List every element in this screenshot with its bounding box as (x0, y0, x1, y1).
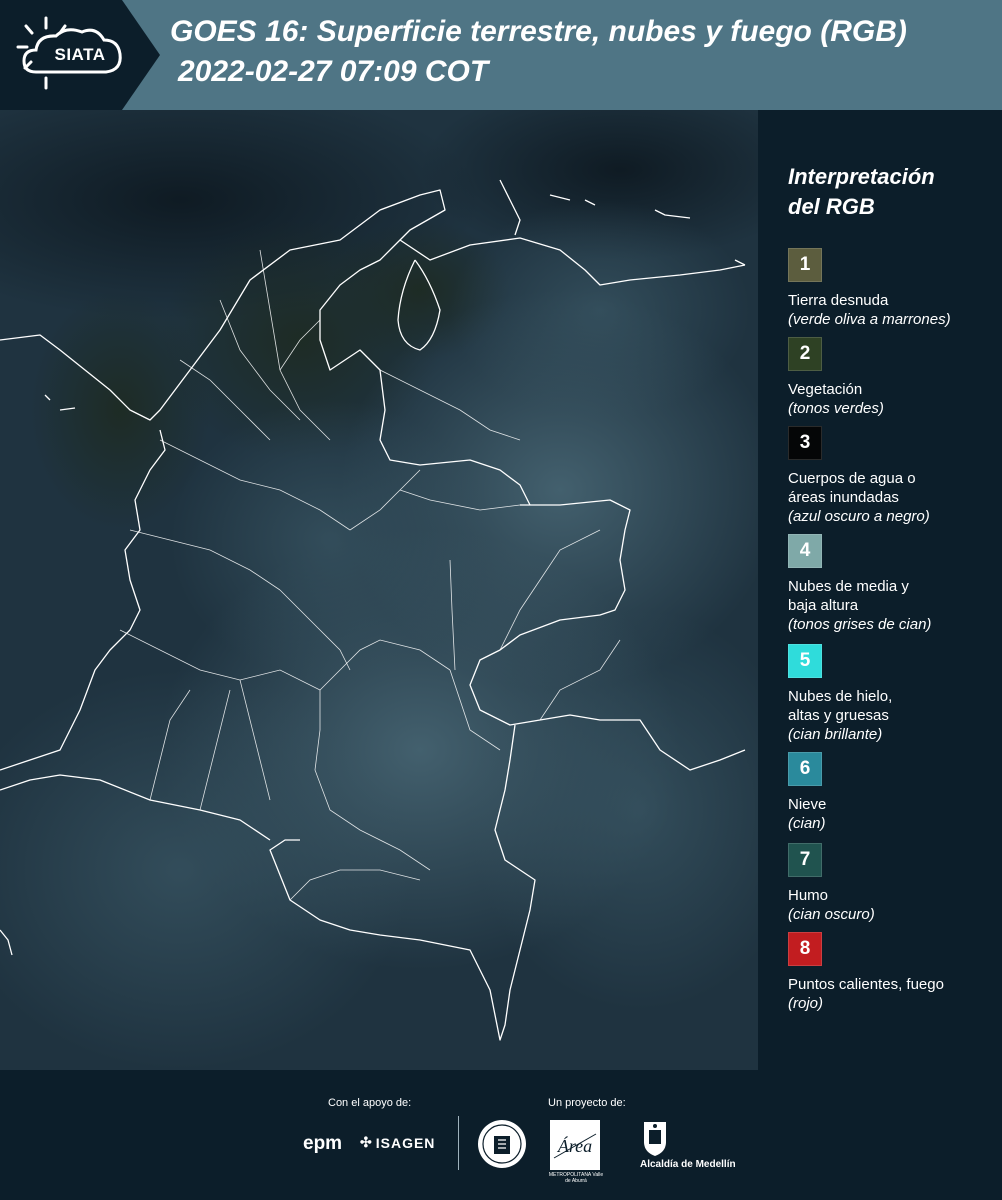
support-label: Con el apoyo de: (328, 1097, 412, 1109)
legend-label-6: Nieve (788, 796, 827, 813)
page: SIATA GOES 16: Superficie terrestre, nub… (0, 0, 1002, 1200)
legend-swatch-5: 5 (788, 644, 822, 678)
legend-label-2: Vegetación (788, 381, 863, 398)
footer-bar: Con el apoyo de: Un proyecto de: epm ✣ I… (0, 1070, 1002, 1200)
legend-label-3-line1: Cuerpos de agua o (788, 470, 916, 487)
legend-swatch-7: 7 (788, 843, 822, 877)
legend-note-7: (cian oscuro) (788, 906, 875, 923)
legend-item-8: 8 Puntos calientes, fuego (rojo) (788, 932, 998, 1013)
legend-note-8: (rojo) (788, 995, 824, 1012)
siata-logo-text: SIATA (54, 45, 106, 64)
legend-label-5-line1: Nubes de hielo, (788, 688, 893, 705)
siata-logo: SIATA (0, 0, 160, 110)
legend-label-8: Puntos calientes, fuego (788, 976, 944, 993)
legend-swatch-6: 6 (788, 752, 822, 786)
legend-item-5: 5 Nubes de hielo, altas y gruesas (cian … (788, 644, 998, 744)
legend-item-2: 2 Vegetación (tonos verdes) (788, 337, 998, 418)
legend-swatch-4: 4 (788, 534, 822, 568)
legend-swatch-8: 8 (788, 932, 822, 966)
area-metropolitana-subtitle: METROPOLITANA Valle de Aburrá (548, 1172, 604, 1184)
legend-note-5: (cian brillante) (788, 726, 883, 743)
legend-item-7: 7 Humo (cian oscuro) (788, 843, 998, 924)
legend-note-6: (cian) (788, 815, 826, 832)
image-datetime: 2022-02-27 07:09 COT (178, 55, 489, 88)
legend-note-2: (tonos verdes) (788, 400, 884, 417)
legend-title-line2: del RGB (788, 194, 875, 219)
satellite-map[interactable] (0, 110, 758, 1070)
legend-label-4-line2: baja altura (788, 597, 859, 614)
legend-item-4: 4 Nubes de media y baja altura (tonos gr… (788, 534, 998, 634)
area-metropolitana-logo: Área (550, 1120, 600, 1170)
legend-item-6: 6 Nieve (cian) (788, 752, 998, 833)
footer-divider (458, 1116, 459, 1170)
legend-note-1: (verde oliva a marrones) (788, 311, 951, 328)
legend-note-3: (azul oscuro a negro) (788, 508, 930, 525)
legend-title-line1: Interpretación (788, 164, 935, 189)
project-label: Un proyecto de: (548, 1097, 626, 1109)
legend-label-4-line1: Nubes de media y (788, 578, 909, 595)
header-bar: SIATA GOES 16: Superficie terrestre, nub… (0, 0, 1002, 110)
isagen-mark-icon: ✣ (360, 1134, 373, 1150)
legend-label-3: Cuerpos de agua o áreas inundadas (788, 469, 998, 507)
legend-label-5: Nubes de hielo, altas y gruesas (788, 687, 998, 725)
legend-swatch-1: 1 (788, 248, 822, 282)
legend-panel: Interpretación del RGB 1 Tierra desnuda … (760, 110, 1002, 1070)
legend-label-3-line2: áreas inundadas (788, 489, 899, 506)
legend-note-4: (tonos grises de cian) (788, 616, 932, 633)
legend-swatch-2: 2 (788, 337, 822, 371)
legend-swatch-3: 3 (788, 426, 822, 460)
isagen-logo-text: ISAGEN (375, 1134, 436, 1151)
legend-label-1: Tierra desnuda (788, 292, 889, 309)
legend-title: Interpretación del RGB (788, 162, 988, 222)
page-title: GOES 16: Superficie terrestre, nubes y f… (170, 15, 907, 48)
alcaldia-medellin-label: Alcaldía de Medellín (640, 1159, 736, 1170)
university-seal-logo (478, 1120, 526, 1168)
alcaldia-shield-icon (644, 1122, 666, 1156)
legend-label-7: Humo (788, 887, 829, 904)
map-canvas (0, 110, 758, 1070)
legend-label-4: Nubes de media y baja altura (788, 577, 998, 615)
legend-item-1: 1 Tierra desnuda (verde oliva a marrones… (788, 248, 998, 329)
isagen-logo: ✣ ISAGEN (360, 1134, 435, 1151)
legend-label-5-line2: altas y gruesas (788, 707, 889, 724)
epm-logo: epm (303, 1133, 343, 1154)
legend-item-3: 3 Cuerpos de agua o áreas inundadas (azu… (788, 426, 998, 526)
